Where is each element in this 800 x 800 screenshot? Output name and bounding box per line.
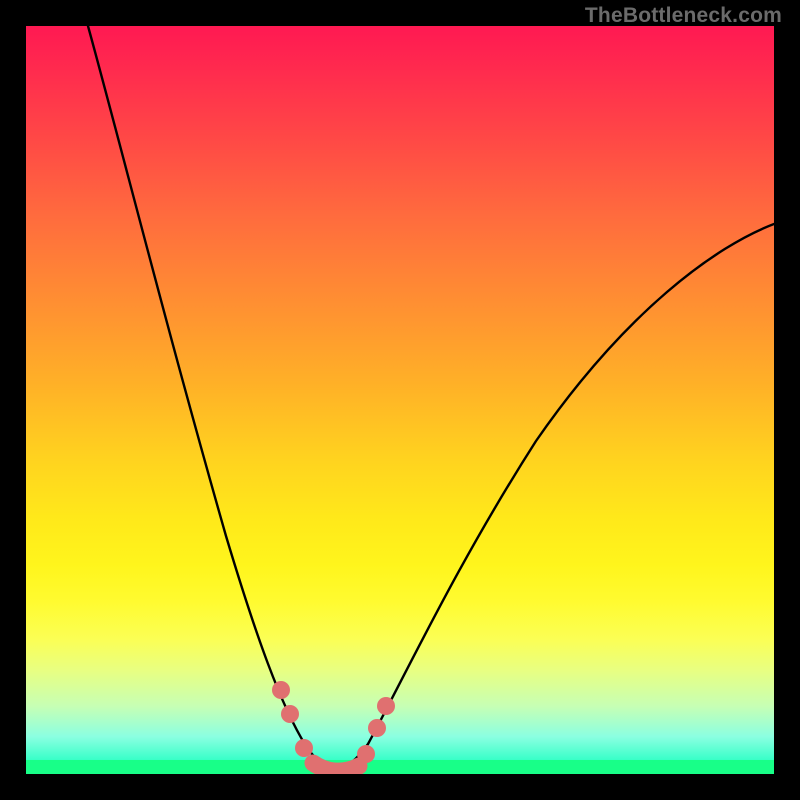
- marker-valley-path: [313, 763, 359, 771]
- curve-layer: [26, 26, 774, 774]
- marker-dot-right-low: [357, 745, 375, 763]
- watermark-text: TheBottleneck.com: [585, 4, 782, 28]
- marker-dot-right-upper: [377, 697, 395, 715]
- chart-area: [26, 26, 774, 774]
- marker-dot-left-low: [295, 739, 313, 757]
- curve-right-branch: [336, 224, 774, 770]
- marker-dot-left-mid: [281, 705, 299, 723]
- curve-left-branch: [88, 26, 336, 770]
- marker-dot-left-upper: [272, 681, 290, 699]
- marker-dot-right-mid: [368, 719, 386, 737]
